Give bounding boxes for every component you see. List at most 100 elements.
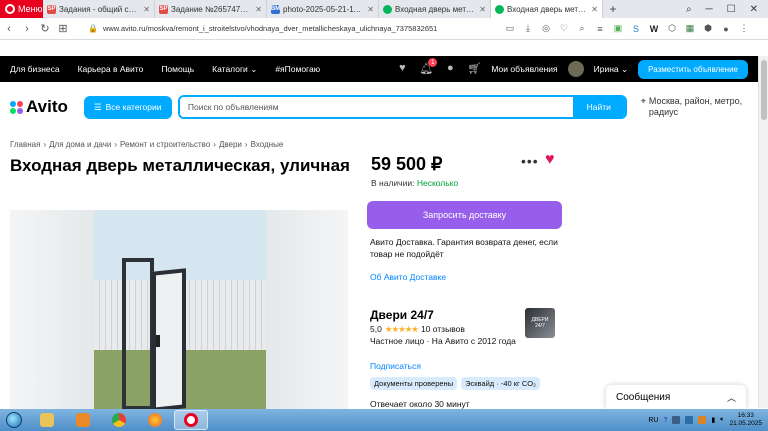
extension-icon[interactable]: S	[630, 24, 642, 34]
chevron-down-icon: ⌄	[621, 63, 629, 74]
help-icon[interactable]: ?	[663, 417, 667, 424]
extension-icon[interactable]: W	[648, 24, 660, 34]
maximize-icon[interactable]: ☐	[727, 4, 736, 15]
clock[interactable]: 16:33 21.05.2025	[729, 412, 762, 428]
reload-icon[interactable]: ↻	[36, 22, 54, 35]
tray-app-icon[interactable]	[672, 416, 681, 424]
user-menu[interactable]: Ирина ⌄	[594, 64, 629, 75]
breadcrumb-item[interactable]: Главная	[10, 140, 40, 149]
explorer-taskbar-icon[interactable]	[30, 410, 64, 430]
browser-tab-active[interactable]: Входная дверь металличе... ✕	[491, 0, 603, 18]
browser-tab-strip: Меню SP Задания - общий список ... ✕ SP …	[0, 0, 768, 18]
breadcrumb-item[interactable]: Ремонт и строительство	[120, 140, 210, 149]
more-options-icon[interactable]: •••	[521, 153, 539, 169]
tabs-grid-icon[interactable]: ⊞	[54, 22, 72, 35]
stock-label: В наличии:	[371, 178, 415, 188]
avito-logo[interactable]: Avito	[10, 97, 80, 117]
chevron-up-icon[interactable]: ︿	[727, 391, 736, 404]
tray-app-icon[interactable]	[698, 416, 707, 424]
back-icon[interactable]: ‹	[0, 23, 18, 35]
bookmark-heart-icon[interactable]: ♡	[558, 23, 570, 34]
browser-tab[interactable]: BM photo-2025-05-21-11-29-... ✕	[267, 0, 379, 18]
minimize-icon[interactable]: ─	[706, 4, 713, 15]
extensions-icon[interactable]: ⬢	[702, 23, 714, 34]
tray-app-icon[interactable]	[685, 416, 694, 424]
taskbar: RU ? ▮ 🔈︎ 16:33 21.05.2025	[0, 409, 768, 431]
photo-gallery[interactable]	[10, 210, 348, 410]
close-window-icon[interactable]: ✕	[750, 4, 758, 15]
browser-tab[interactable]: Входная дверь металличе... ✕	[379, 0, 491, 18]
about-delivery-link[interactable]: Об Авито Доставке	[370, 272, 446, 282]
post-ad-button[interactable]: Разместить объявление	[638, 59, 748, 79]
stock-value: Несколько	[416, 178, 459, 188]
new-tab-button[interactable]: +	[603, 0, 623, 18]
page-scrollbar[interactable]	[758, 56, 768, 408]
breadcrumb-item[interactable]: Двери	[219, 140, 242, 149]
menu-icon[interactable]: ≡	[594, 24, 606, 34]
lens-icon[interactable]: ⌕	[576, 23, 588, 34]
volume-icon[interactable]: 🔈︎	[720, 416, 724, 424]
reply-time: Отвечает около 30 минут	[370, 399, 470, 409]
nav-link-business[interactable]: Для бизнеса	[10, 64, 60, 74]
favorites-heart-icon[interactable]: ♥	[395, 62, 409, 76]
my-ads-link[interactable]: Мои объявления	[491, 64, 557, 74]
language-indicator[interactable]: RU	[648, 417, 658, 424]
avito-logo-text: Avito	[26, 97, 68, 116]
tab-close-icon[interactable]: ✕	[591, 5, 598, 14]
forward-icon[interactable]: ›	[18, 23, 36, 35]
firefox-taskbar-icon[interactable]	[138, 410, 172, 430]
extension-icon[interactable]: ⬡	[666, 23, 678, 34]
avito-favicon-icon	[495, 4, 504, 14]
extension-icon[interactable]: ▣	[612, 23, 624, 34]
search-input[interactable]	[179, 97, 573, 117]
price: 59 500 ₽	[371, 154, 443, 174]
download-icon[interactable]: ⤓	[522, 23, 534, 34]
rating-stars-icon: ★★★★★	[384, 324, 419, 334]
all-categories-button[interactable]: ☰ Все категории	[83, 95, 172, 119]
tab-close-icon[interactable]: ✕	[143, 5, 150, 14]
seller-name[interactable]: Двери 24/7	[370, 308, 434, 322]
media-player-taskbar-icon[interactable]	[66, 410, 100, 430]
door-frame	[122, 258, 154, 410]
nav-link-help-others[interactable]: #яПомогаю	[275, 64, 320, 74]
profile-icon[interactable]: ●	[720, 24, 732, 34]
nav-link-help[interactable]: Помощь	[161, 64, 194, 74]
chrome-taskbar-icon[interactable]	[102, 410, 136, 430]
tab-close-icon[interactable]: ✕	[479, 5, 486, 14]
tab-share-icon[interactable]: ▭	[504, 23, 516, 34]
find-button[interactable]: Найти	[572, 97, 625, 117]
breadcrumb-item[interactable]: Для дома и дачи	[49, 140, 111, 149]
location-selector[interactable]: ⌖ Москва, район, метро, радиус	[641, 96, 750, 118]
scrollbar-thumb[interactable]	[761, 60, 767, 120]
cart-icon[interactable]: 🛒︎	[467, 62, 481, 76]
subscribe-link[interactable]: Подписаться	[370, 361, 421, 371]
browser-tab[interactable]: SP Задания - общий список ... ✕	[43, 0, 155, 18]
camera-icon[interactable]: ◎	[540, 23, 552, 34]
start-button[interactable]	[0, 409, 28, 431]
door-photo[interactable]	[94, 210, 266, 410]
opera-taskbar-icon[interactable]	[174, 410, 208, 430]
location-text: Москва, район, метро, радиус	[648, 96, 743, 117]
opera-menu-button[interactable]: Меню	[0, 0, 43, 18]
seller-logo[interactable]: ДВЕРИ 24/7	[525, 308, 555, 338]
messages-widget[interactable]: Сообщения ︿	[606, 385, 746, 409]
search-tabs-icon[interactable]: ⌕	[686, 4, 692, 15]
extension-icon[interactable]: ▦	[684, 23, 696, 34]
url-field[interactable]: 🔒 www.avito.ru/moskva/remont_i_stroitels…	[88, 24, 504, 33]
nav-link-career[interactable]: Карьера в Авито	[78, 64, 144, 74]
favorite-heart-icon[interactable]: ♥	[545, 151, 555, 169]
avatar[interactable]	[567, 61, 584, 77]
messages-icon[interactable]: ●	[443, 62, 457, 76]
notifications-bell-icon[interactable]: 🔔︎ 1	[419, 58, 438, 76]
tab-close-icon[interactable]: ✕	[255, 5, 262, 14]
rating-value: 5,0	[370, 324, 382, 334]
reviews-link[interactable]: 10 отзывов	[421, 324, 465, 335]
nav-link-catalogs[interactable]: Каталоги ⌄	[212, 64, 257, 75]
network-icon[interactable]: ▮	[711, 416, 715, 424]
breadcrumb-item[interactable]: Входные	[251, 140, 284, 149]
request-delivery-button[interactable]: Запросить доставку	[367, 201, 562, 229]
tab-close-icon[interactable]: ✕	[367, 5, 374, 14]
browser-tab[interactable]: SP Задание №2657479 - про... ✕	[155, 0, 267, 18]
gallery-blur-left	[10, 210, 94, 410]
more-icon[interactable]: ⋮	[738, 23, 750, 34]
